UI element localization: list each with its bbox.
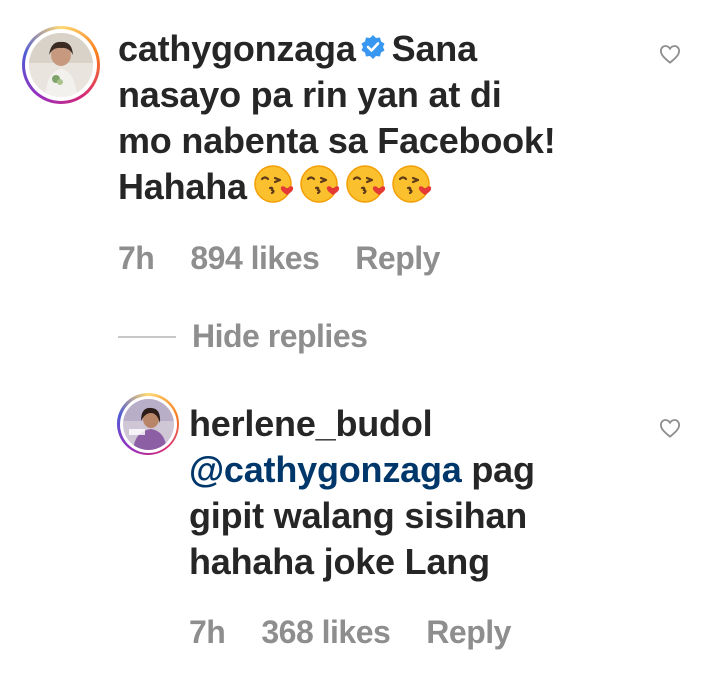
username[interactable]: cathygonzaga	[118, 28, 356, 69]
comment-line: mo nabenta sa Facebook!	[118, 120, 556, 161]
avatar-herlene-budol[interactable]	[117, 393, 179, 455]
emoji-group	[253, 164, 437, 215]
likes-count[interactable]: 368 likes	[261, 614, 390, 651]
hide-replies-button[interactable]: Hide replies	[118, 318, 368, 355]
comment-line: Sana	[391, 28, 477, 69]
divider-line	[118, 335, 176, 338]
mention-link[interactable]: @cathygonzaga	[189, 449, 462, 490]
comment-line: nasayo pa rin yan at di	[118, 74, 502, 115]
reply-button[interactable]: Reply	[426, 614, 511, 651]
timestamp: 7h	[189, 614, 226, 650]
comment-line: Hahaha	[118, 166, 247, 208]
verified-badge-icon	[360, 25, 386, 71]
profile-photo	[122, 398, 174, 450]
kissing-face-with-heart-emoji	[299, 164, 343, 215]
comment-line: pag	[461, 449, 535, 490]
kissing-face-with-heart-emoji	[391, 164, 435, 215]
likes-count[interactable]: 894 likes	[190, 240, 319, 277]
comment-text: herlene_budol @cathygonzaga pag gipit wa…	[189, 401, 629, 585]
comment-line: gipit walang sisihan	[189, 495, 528, 536]
username[interactable]: herlene_budol	[189, 401, 629, 447]
heart-outline-icon[interactable]	[659, 418, 681, 443]
kissing-face-with-heart-emoji	[253, 164, 297, 215]
profile-photo	[29, 33, 93, 97]
comment-meta: 7h 894 likes Reply	[118, 240, 440, 277]
avatar-cathygonzaga[interactable]	[22, 26, 100, 104]
timestamp: 7h	[118, 240, 155, 276]
kissing-face-with-heart-emoji	[345, 164, 389, 215]
comment-line: hahaha joke Lang	[189, 541, 490, 582]
heart-outline-icon[interactable]	[659, 44, 681, 69]
reply-button[interactable]: Reply	[355, 240, 440, 277]
comment-text: cathygonzaga Sana nasayo pa rin yan at d…	[118, 26, 638, 215]
comment-meta: 7h 368 likes Reply	[189, 614, 511, 651]
hide-replies-label: Hide replies	[192, 318, 368, 354]
